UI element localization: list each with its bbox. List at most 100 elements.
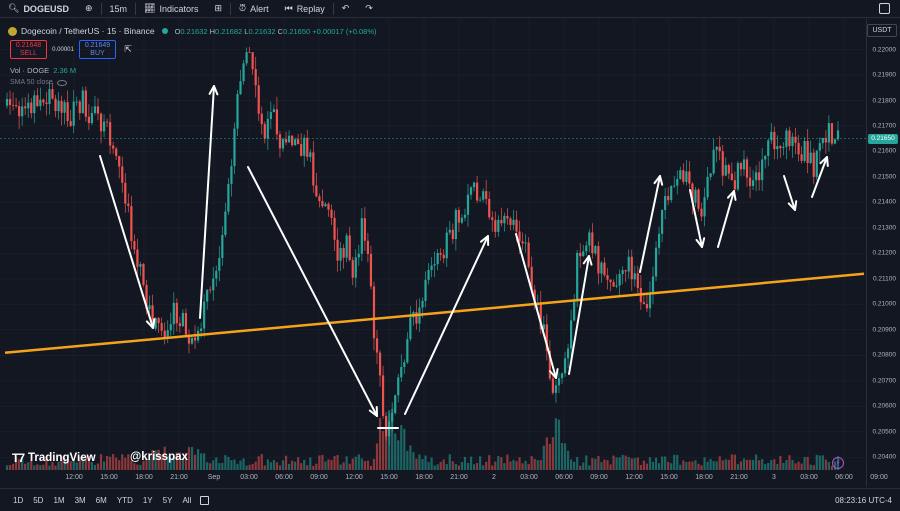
volume-bar	[406, 450, 409, 470]
candle-body	[60, 100, 63, 113]
price-tick-label: 0.21200	[872, 249, 897, 257]
range-button-1y[interactable]: 1Y	[138, 496, 158, 505]
range-button-all[interactable]: All	[177, 496, 196, 505]
range-button-1m[interactable]: 1M	[48, 496, 69, 505]
candle-body	[84, 90, 87, 117]
volume-bar	[290, 460, 294, 470]
volume-bar	[600, 462, 603, 470]
volume-bar	[448, 454, 451, 470]
candle-body	[660, 209, 664, 234]
legend-title[interactable]: Dogecoin / TetherUS · 15 · Binance	[21, 26, 155, 36]
candle-body	[181, 312, 185, 327]
volume-bar	[542, 445, 545, 470]
volume-bar	[260, 454, 263, 470]
candle-body	[573, 300, 576, 321]
candle-body	[724, 165, 727, 176]
volume-bar	[809, 464, 812, 470]
candle-body	[212, 278, 215, 291]
volume-bar	[409, 445, 412, 470]
volume-bar	[697, 463, 700, 470]
cursor-icon[interactable]: ⇱	[120, 42, 136, 58]
candle-body	[263, 124, 266, 139]
buy-button[interactable]: 0.21649 BUY	[79, 40, 116, 59]
candle-body	[303, 137, 306, 156]
volume-bar	[551, 437, 555, 470]
candle-body	[800, 154, 803, 161]
candle-body	[818, 143, 821, 151]
candle-body	[366, 240, 370, 254]
volume-bar	[748, 459, 752, 470]
candle-body	[466, 194, 470, 215]
range-button-5y[interactable]: 5Y	[158, 496, 178, 505]
candle-body	[109, 122, 112, 146]
price-tick-label: 0.21800	[872, 97, 897, 105]
volume-bar	[612, 455, 615, 470]
volume-bar	[518, 457, 521, 470]
volume-bar	[472, 464, 476, 470]
candle-body	[745, 159, 749, 178]
time-axis[interactable]: 12:00 15:00 18:00 21:00 Sep 03:00 06:00 09:00 12…	[0, 472, 888, 487]
time-tick-label: 3	[772, 474, 776, 481]
candle-body	[563, 358, 567, 374]
volume-bar	[109, 456, 112, 470]
range-button-1d[interactable]: 1D	[8, 496, 28, 505]
volume-bar	[469, 456, 473, 470]
candle-body	[96, 106, 100, 114]
volume-legend[interactable]: Vol · DOGE 2.36 M	[10, 66, 76, 75]
volume-bar	[457, 465, 460, 470]
volume-bar	[785, 459, 788, 470]
volume-bar	[651, 461, 655, 470]
candle-body	[612, 282, 615, 287]
currency-selector[interactable]: USDT	[867, 24, 897, 37]
candle-body	[57, 100, 60, 112]
volume-bar	[439, 461, 442, 470]
lightning-icon[interactable]: ⚡︎	[832, 457, 844, 469]
candle-body	[121, 166, 124, 183]
candle-body	[688, 171, 691, 184]
volume-bar	[691, 461, 694, 470]
clock[interactable]: 08:23:16 UTC-4	[835, 496, 900, 505]
volume-bar	[99, 454, 103, 470]
annotation-arrows	[99, 85, 829, 429]
volume-bar	[621, 454, 624, 470]
maximize-icon[interactable]	[879, 3, 890, 14]
volume-bar	[818, 455, 821, 470]
candle-body	[78, 101, 81, 114]
price-chart[interactable]	[0, 0, 866, 487]
candle-body	[406, 339, 409, 363]
candle-body	[506, 215, 509, 219]
volume-bar	[284, 455, 288, 470]
candle-body	[742, 159, 746, 170]
open-value: 0.21632	[180, 26, 208, 36]
range-button-ytd[interactable]: YTD	[112, 496, 138, 505]
volume-bar	[306, 465, 309, 470]
eye-icon[interactable]	[56, 79, 67, 86]
candle-body	[812, 152, 815, 177]
volume-bar	[751, 459, 755, 470]
volume-bar	[363, 461, 366, 470]
candle-body	[758, 172, 761, 181]
candle-body	[33, 95, 36, 114]
time-tick-label: 03:00	[240, 474, 258, 481]
price-axis[interactable]: 0.22000 0.21900 0.21800 0.21700 0.21600 0.215…	[866, 19, 900, 487]
candle-body	[102, 121, 106, 132]
volume-bar	[812, 465, 815, 470]
calendar-icon[interactable]	[200, 495, 210, 505]
range-button-5d[interactable]: 5D	[28, 496, 48, 505]
volume-bar	[563, 443, 567, 470]
volume-bar	[369, 465, 373, 470]
sma-legend[interactable]: SMA 50 close	[10, 79, 67, 86]
volume-bar	[315, 463, 318, 470]
sell-button[interactable]: 0.21648 SELL	[10, 40, 47, 59]
range-button-3m[interactable]: 3M	[70, 496, 91, 505]
volume-bar	[193, 454, 197, 470]
volume-bar	[263, 465, 266, 470]
candle-body	[782, 146, 785, 149]
candle-body	[63, 102, 66, 113]
volume-bar	[312, 465, 315, 470]
candle-body	[8, 99, 12, 105]
volume-bar	[424, 455, 427, 470]
range-button-6m[interactable]: 6M	[91, 496, 112, 505]
candle-body	[315, 185, 318, 197]
candle-body	[218, 258, 221, 271]
